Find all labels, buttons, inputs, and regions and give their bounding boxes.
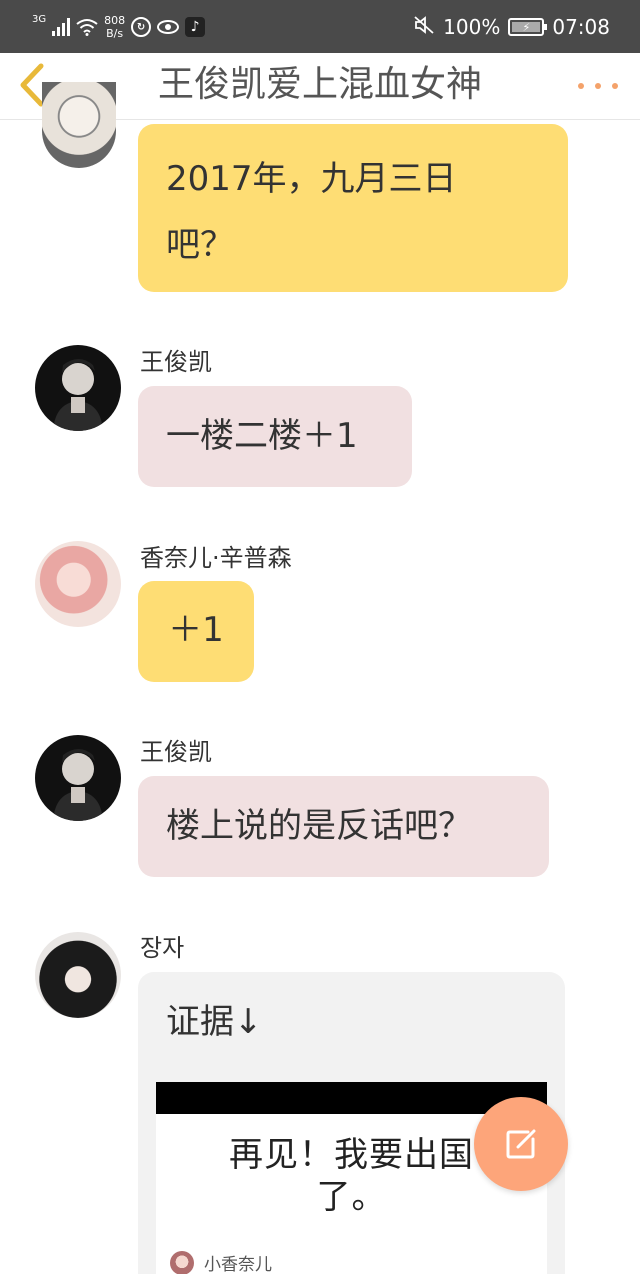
network-speed: 808 B/s bbox=[104, 14, 125, 40]
network-speed-unit: B/s bbox=[106, 27, 124, 40]
attachment-user: 小香奈儿 bbox=[170, 1250, 272, 1274]
mute-icon bbox=[413, 15, 435, 40]
tiktok-icon: ♪ bbox=[185, 17, 206, 37]
message-bubble: 楼上说的是反话吧？ bbox=[138, 776, 549, 877]
status-right: 100% ⚡ 07:08 bbox=[413, 12, 610, 42]
battery-percentage: 100% bbox=[443, 15, 501, 39]
message-text: ＋1 bbox=[168, 610, 224, 650]
dot-icon bbox=[595, 83, 601, 89]
message-text: 楼上说的是反话吧？ bbox=[166, 806, 472, 846]
attachment-username: 小香奈儿 bbox=[204, 1255, 272, 1274]
status-left: 3G 808 B/s ↻ ♪ bbox=[32, 12, 206, 42]
message-line: 吧？ bbox=[166, 225, 234, 265]
avatar-image bbox=[53, 359, 103, 431]
status-bar: 3G 808 B/s ↻ ♪ 100% ⚡ 07:08 bbox=[0, 0, 640, 53]
notification-app-icon: ↻ bbox=[131, 17, 152, 37]
avatar[interactable] bbox=[35, 541, 121, 627]
sender-name: 香奈儿·辛普森 bbox=[140, 544, 292, 572]
message-text: 证据↓ bbox=[166, 1002, 263, 1042]
avatar[interactable] bbox=[35, 932, 121, 1018]
compose-button[interactable] bbox=[474, 1097, 568, 1191]
clock: 07:08 bbox=[552, 15, 610, 39]
battery-icon: ⚡ bbox=[508, 18, 548, 36]
mini-avatar bbox=[170, 1250, 194, 1274]
network-type: 3G bbox=[32, 13, 47, 25]
message-bubble: 2017年，九月三日 吧？ bbox=[138, 124, 568, 292]
message-line: 2017年，九月三日 bbox=[166, 159, 457, 199]
more-button[interactable] bbox=[578, 73, 618, 99]
avatar[interactable] bbox=[35, 735, 121, 821]
signal-icon bbox=[52, 18, 71, 36]
wifi-icon bbox=[76, 19, 98, 36]
network-speed-value: 808 bbox=[104, 14, 126, 27]
dot-icon bbox=[578, 83, 584, 89]
sender-name: 王俊凯 bbox=[140, 738, 212, 766]
attachment-line: 了。 bbox=[316, 1177, 387, 1217]
sender-name: 장자 bbox=[140, 934, 185, 962]
avatar-image bbox=[53, 749, 103, 821]
message-text: 一楼二楼＋1 bbox=[166, 416, 358, 456]
avatar[interactable] bbox=[42, 82, 116, 168]
edit-icon bbox=[506, 1129, 536, 1159]
eye-icon bbox=[157, 20, 180, 34]
message-bubble: 一楼二楼＋1 bbox=[138, 386, 412, 487]
avatar[interactable] bbox=[35, 345, 121, 431]
dot-icon bbox=[612, 83, 618, 89]
sender-name: 王俊凯 bbox=[140, 348, 212, 376]
message-bubble: ＋1 bbox=[138, 581, 254, 682]
